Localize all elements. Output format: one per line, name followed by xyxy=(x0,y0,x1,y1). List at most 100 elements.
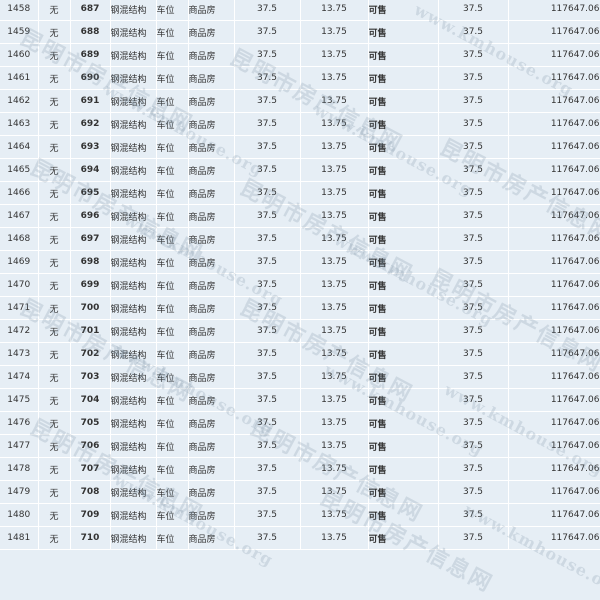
building-area-cell: 37.5 xyxy=(234,43,301,67)
room-number-link[interactable]: 705 xyxy=(70,411,111,435)
building-area-cell: 37.5 xyxy=(234,204,301,228)
room-number-link[interactable]: 696 xyxy=(70,204,111,228)
house-type-cell: 商品房 xyxy=(188,0,235,21)
structure-cell: 钢混结构 xyxy=(110,204,157,228)
house-type-cell: 商品房 xyxy=(188,227,235,251)
room-number-link[interactable]: 708 xyxy=(70,480,111,504)
sale-status-badge: 可售 xyxy=(368,342,439,366)
house-type-cell: 商品房 xyxy=(188,434,235,458)
room-number-link[interactable]: 692 xyxy=(70,112,111,136)
row-number: 1476 xyxy=(0,411,39,435)
inner-area-cell: 13.75 xyxy=(300,181,369,205)
house-type-cell: 商品房 xyxy=(188,365,235,389)
room-number-link[interactable]: 689 xyxy=(70,43,111,67)
table-row: 1458 无 687 钢混结构 车位 商品房 37.5 13.75 可售 37.5 117647.0… xyxy=(0,0,600,21)
building-area-cell: 37.5 xyxy=(234,66,301,90)
inner-area-cell: 13.75 xyxy=(300,411,369,435)
room-number-link[interactable]: 690 xyxy=(70,66,111,90)
room-number-link[interactable]: 710 xyxy=(70,526,111,550)
total-price-cell: 117647.06 xyxy=(508,503,600,527)
unit-price-cell: 37.5 xyxy=(438,181,509,205)
building-area-cell: 37.5 xyxy=(234,296,301,320)
unit-price-cell: 37.5 xyxy=(438,0,509,21)
building-area-cell: 37.5 xyxy=(234,411,301,435)
total-price-cell: 117647.06 xyxy=(508,250,600,274)
unit-cell: 无 xyxy=(38,20,71,44)
row-number: 1459 xyxy=(0,20,39,44)
room-number-link[interactable]: 706 xyxy=(70,434,111,458)
row-number: 1477 xyxy=(0,434,39,458)
building-area-cell: 37.5 xyxy=(234,0,301,21)
table-row: 1472 无 701 钢混结构 车位 商品房 37.5 13.75 可售 37.5 117647.0… xyxy=(0,319,600,343)
inner-area-cell: 13.75 xyxy=(300,480,369,504)
house-type-cell: 商品房 xyxy=(188,480,235,504)
room-number-link[interactable]: 693 xyxy=(70,135,111,159)
inner-area-cell: 13.75 xyxy=(300,273,369,297)
room-number-link[interactable]: 703 xyxy=(70,365,111,389)
structure-cell: 钢混结构 xyxy=(110,526,157,550)
room-number-link[interactable]: 694 xyxy=(70,158,111,182)
row-number: 1463 xyxy=(0,112,39,136)
room-number-link[interactable]: 695 xyxy=(70,181,111,205)
room-number-link[interactable]: 691 xyxy=(70,89,111,113)
table-row: 1461 无 690 钢混结构 车位 商品房 37.5 13.75 可售 37.5 117647.0… xyxy=(0,66,600,90)
structure-cell: 钢混结构 xyxy=(110,158,157,182)
structure-cell: 钢混结构 xyxy=(110,319,157,343)
inner-area-cell: 13.75 xyxy=(300,0,369,21)
usage-cell: 车位 xyxy=(156,66,189,90)
sale-status-badge: 可售 xyxy=(368,89,439,113)
table-row: 1470 无 699 钢混结构 车位 商品房 37.5 13.75 可售 37.5 117647.0… xyxy=(0,273,600,297)
structure-cell: 钢混结构 xyxy=(110,457,157,481)
sale-status-badge: 可售 xyxy=(368,204,439,228)
unit-price-cell: 37.5 xyxy=(438,457,509,481)
row-number: 1464 xyxy=(0,135,39,159)
house-type-cell: 商品房 xyxy=(188,89,235,113)
room-number-link[interactable]: 687 xyxy=(70,0,111,21)
room-number-link[interactable]: 700 xyxy=(70,296,111,320)
building-area-cell: 37.5 xyxy=(234,434,301,458)
structure-cell: 钢混结构 xyxy=(110,20,157,44)
usage-cell: 车位 xyxy=(156,388,189,412)
unit-cell: 无 xyxy=(38,480,71,504)
table-row: 1479 无 708 钢混结构 车位 商品房 37.5 13.75 可售 37.5 117647.0… xyxy=(0,480,600,504)
structure-cell: 钢混结构 xyxy=(110,0,157,21)
row-number: 1469 xyxy=(0,250,39,274)
usage-cell: 车位 xyxy=(156,411,189,435)
house-type-cell: 商品房 xyxy=(188,20,235,44)
table-row: 1468 无 697 钢混结构 车位 商品房 37.5 13.75 可售 37.5 117647.0… xyxy=(0,227,600,251)
room-number-link[interactable]: 699 xyxy=(70,273,111,297)
row-number: 1468 xyxy=(0,227,39,251)
house-type-cell: 商品房 xyxy=(188,250,235,274)
inner-area-cell: 13.75 xyxy=(300,204,369,228)
unit-cell: 无 xyxy=(38,273,71,297)
room-number-link[interactable]: 704 xyxy=(70,388,111,412)
room-number-link[interactable]: 702 xyxy=(70,342,111,366)
unit-cell: 无 xyxy=(38,319,71,343)
inner-area-cell: 13.75 xyxy=(300,526,369,550)
usage-cell: 车位 xyxy=(156,158,189,182)
table-row: 1463 无 692 钢混结构 车位 商品房 37.5 13.75 可售 37.5 117647.0… xyxy=(0,112,600,136)
sale-status-badge: 可售 xyxy=(368,273,439,297)
structure-cell: 钢混结构 xyxy=(110,273,157,297)
room-number-link[interactable]: 709 xyxy=(70,503,111,527)
room-number-link[interactable]: 698 xyxy=(70,250,111,274)
building-area-cell: 37.5 xyxy=(234,319,301,343)
unit-cell: 无 xyxy=(38,434,71,458)
sale-status-badge: 可售 xyxy=(368,0,439,21)
unit-cell: 无 xyxy=(38,112,71,136)
row-number: 1481 xyxy=(0,526,39,550)
inner-area-cell: 13.75 xyxy=(300,296,369,320)
usage-cell: 车位 xyxy=(156,135,189,159)
inner-area-cell: 13.75 xyxy=(300,89,369,113)
building-area-cell: 37.5 xyxy=(234,158,301,182)
room-number-link[interactable]: 697 xyxy=(70,227,111,251)
total-price-cell: 117647.06 xyxy=(508,434,600,458)
room-number-link[interactable]: 701 xyxy=(70,319,111,343)
room-number-link[interactable]: 688 xyxy=(70,20,111,44)
table-row: 1460 无 689 钢混结构 车位 商品房 37.5 13.75 可售 37.5 117647.0… xyxy=(0,43,600,67)
unit-cell: 无 xyxy=(38,89,71,113)
total-price-cell: 117647.06 xyxy=(508,89,600,113)
room-number-link[interactable]: 707 xyxy=(70,457,111,481)
table-row: 1478 无 707 钢混结构 车位 商品房 37.5 13.75 可售 37.5 117647.0… xyxy=(0,457,600,481)
total-price-cell: 117647.06 xyxy=(508,296,600,320)
